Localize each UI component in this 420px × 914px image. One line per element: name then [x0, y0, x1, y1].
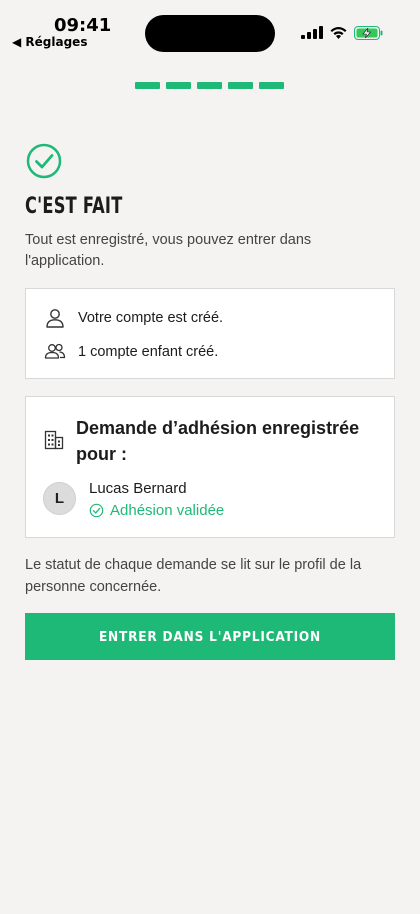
wifi-icon: [330, 27, 347, 39]
page-subtitle: Tout est enregistré, vous pouvez entrer …: [25, 232, 312, 269]
status-info-note: Le statut de chaque demande se lit sur l…: [25, 557, 362, 595]
page-title: C'EST FAIT: [25, 194, 123, 219]
progress-step: [259, 82, 284, 89]
battery-charging-icon: [354, 26, 383, 40]
user-icon: [46, 309, 64, 328]
progress-step: [197, 82, 222, 89]
status-bar: 09:41 ◀ Réglages: [0, 0, 420, 62]
avatar: L: [43, 482, 76, 515]
enter-app-button[interactable]: ENTRER DANS L'APPLICATION: [25, 613, 395, 660]
success-check-icon: [26, 143, 62, 179]
membership-request-title: Demande d’adhésion enregistrée pour :: [76, 418, 360, 464]
dynamic-island: [145, 15, 275, 52]
building-icon: [44, 430, 64, 450]
progress-step: [228, 82, 253, 89]
progress-step: [166, 82, 191, 89]
onboarding-progress: [135, 82, 284, 89]
validated-check-icon: [89, 503, 104, 518]
status-time: 09:41: [54, 15, 112, 36]
back-to-settings-link[interactable]: ◀ Réglages: [12, 35, 87, 49]
membership-status-label: Adhésion validée: [110, 502, 225, 519]
cellular-signal-icon: [301, 26, 323, 39]
membership-request-card: Demande d’adhésion enregistrée pour : L …: [25, 396, 395, 538]
progress-step: [135, 82, 160, 89]
member-name: Lucas Bernard: [89, 480, 187, 497]
users-icon: [44, 343, 66, 359]
summary-item-label: Votre compte est créé.: [78, 310, 224, 326]
membership-status: Adhésion validée: [89, 502, 224, 519]
summary-item-account: Votre compte est créé.: [44, 307, 223, 329]
summary-item-child-account: 1 compte enfant créé.: [44, 341, 218, 363]
account-summary-card: Votre compte est créé. 1 compte enfant c…: [25, 288, 395, 379]
summary-item-label: 1 compte enfant créé.: [78, 344, 219, 360]
